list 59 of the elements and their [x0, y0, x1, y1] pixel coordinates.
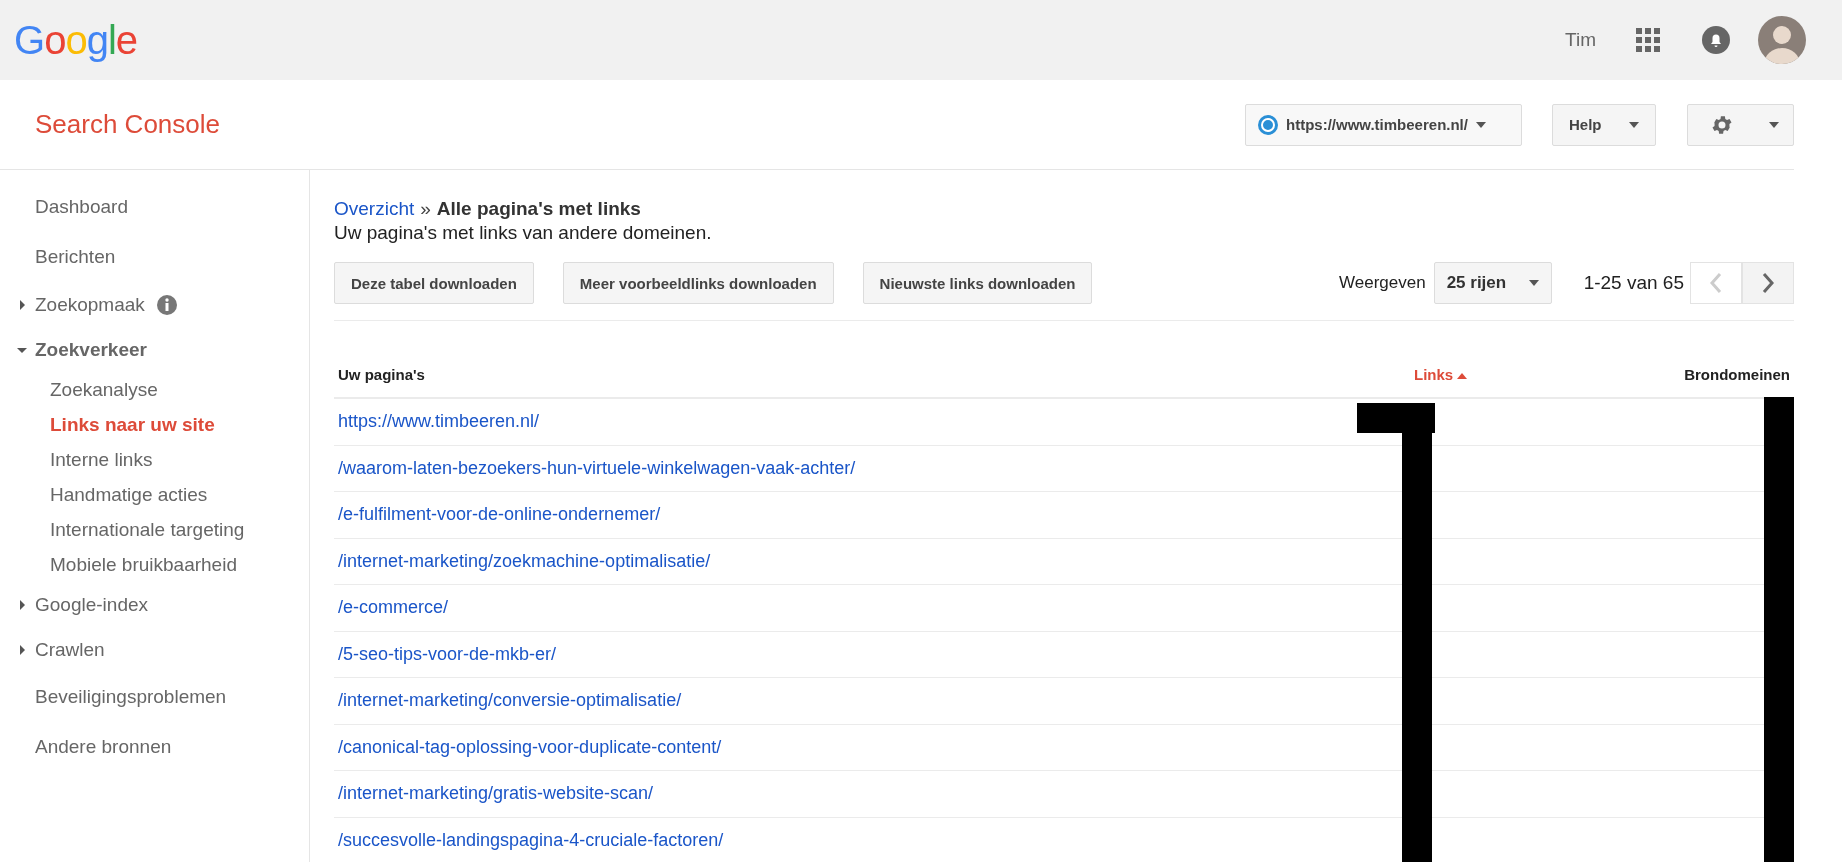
sidebar-subitem[interactable]: Mobiele bruikbaarheid: [0, 547, 309, 582]
caret-icon: [1528, 280, 1539, 286]
breadcrumb-separator: »: [420, 198, 431, 220]
expand-arrow-icon: [17, 644, 27, 655]
download-button[interactable]: Meer voorbeeldlinks downloaden: [562, 262, 834, 304]
app-title[interactable]: Search Console: [35, 109, 220, 140]
sidebar-item[interactable]: Zoekverkeer: [0, 327, 309, 372]
sidebar-subitem[interactable]: Internationale targeting: [0, 512, 309, 547]
site-logo-icon: [1258, 114, 1278, 135]
page-description: Uw pagina's met links van andere domeinen.: [334, 222, 713, 244]
page-link[interactable]: /waarom-laten-bezoekers-hun-virtuele-winkelwagen-vaak-achter/: [338, 457, 856, 479]
sidebar-subitem[interactable]: Interne links: [0, 442, 309, 477]
sidebar-item[interactable]: Beveiligingsproblemen: [0, 672, 309, 722]
page-link[interactable]: /canonical-tag-oplossing-voor-duplicate-content/: [338, 736, 722, 758]
avatar[interactable]: [1758, 16, 1806, 64]
caret-icon: [1475, 121, 1486, 128]
caret-icon: [1629, 121, 1639, 128]
page-link[interactable]: /succesvolle-landingspagina-4-cruciale-factoren/: [338, 829, 724, 851]
settings-button[interactable]: [1687, 103, 1794, 146]
breadcrumb-link[interactable]: Overzicht: [334, 198, 415, 220]
next-page-button[interactable]: [1742, 262, 1794, 304]
sidebar-item[interactable]: Google-index: [0, 582, 309, 627]
sidebar-item[interactable]: Zoekopmaak: [0, 282, 309, 327]
download-button[interactable]: Nieuwste links downloaden: [862, 262, 1093, 304]
sidebar-subitem[interactable]: Links naar uw site: [0, 407, 309, 442]
page-link[interactable]: /internet-marketing/zoekmachine-optimalisatie/: [338, 550, 711, 572]
sort-arrow-icon: [1457, 373, 1468, 380]
page-link[interactable]: /e-commerce/: [338, 597, 449, 619]
page-link[interactable]: /internet-marketing/gratis-website-scan/: [338, 783, 654, 805]
page-link[interactable]: https://www.timbeeren.nl/: [338, 411, 540, 433]
download-button[interactable]: Deze tabel downloaden: [334, 262, 534, 304]
apps-grid-icon[interactable]: [1636, 28, 1660, 52]
rows-label: Weergeven: [1339, 273, 1426, 293]
expand-arrow-icon: [17, 599, 27, 610]
column-header[interactable]: Brondomeinen: [1594, 366, 1794, 383]
caret-icon: [1769, 121, 1779, 128]
column-header[interactable]: Uw pagina's: [334, 366, 1394, 383]
column-header[interactable]: Links: [1394, 366, 1594, 383]
user-name[interactable]: Tim: [1565, 29, 1596, 51]
property-selector[interactable]: https://www.timbeeren.nl/: [1245, 103, 1522, 146]
google-logo[interactable]: Google: [14, 17, 137, 63]
info-icon[interactable]: [156, 294, 177, 315]
chevron-right-icon: [1761, 272, 1775, 294]
page-link[interactable]: /e-fulfilment-voor-de-online-ondernemer/: [338, 504, 661, 526]
expand-arrow-icon: [17, 299, 27, 310]
page-link[interactable]: /internet-marketing/conversie-optimalisatie/: [338, 690, 682, 712]
page-range: 1-25 van 65: [1583, 272, 1684, 294]
chevron-left-icon: [1709, 272, 1723, 294]
rows-dropdown[interactable]: 25 rijen: [1433, 262, 1552, 304]
sidebar-item[interactable]: Andere bronnen: [0, 722, 309, 772]
sidebar-item[interactable]: Dashboard: [0, 182, 309, 232]
sidebar-subitem[interactable]: Handmatige acties: [0, 477, 309, 512]
notification-bell-icon[interactable]: [1702, 26, 1730, 54]
sidebar-item[interactable]: Crawlen: [0, 627, 309, 672]
sidebar-item[interactable]: Berichten: [0, 232, 309, 282]
page-link[interactable]: /5-seo-tips-voor-de-mkb-er/: [338, 643, 557, 665]
sidebar-subitem[interactable]: Zoekanalyse: [0, 372, 309, 407]
help-button[interactable]: Help: [1552, 103, 1656, 146]
page-title: Alle pagina's met links: [436, 198, 641, 220]
